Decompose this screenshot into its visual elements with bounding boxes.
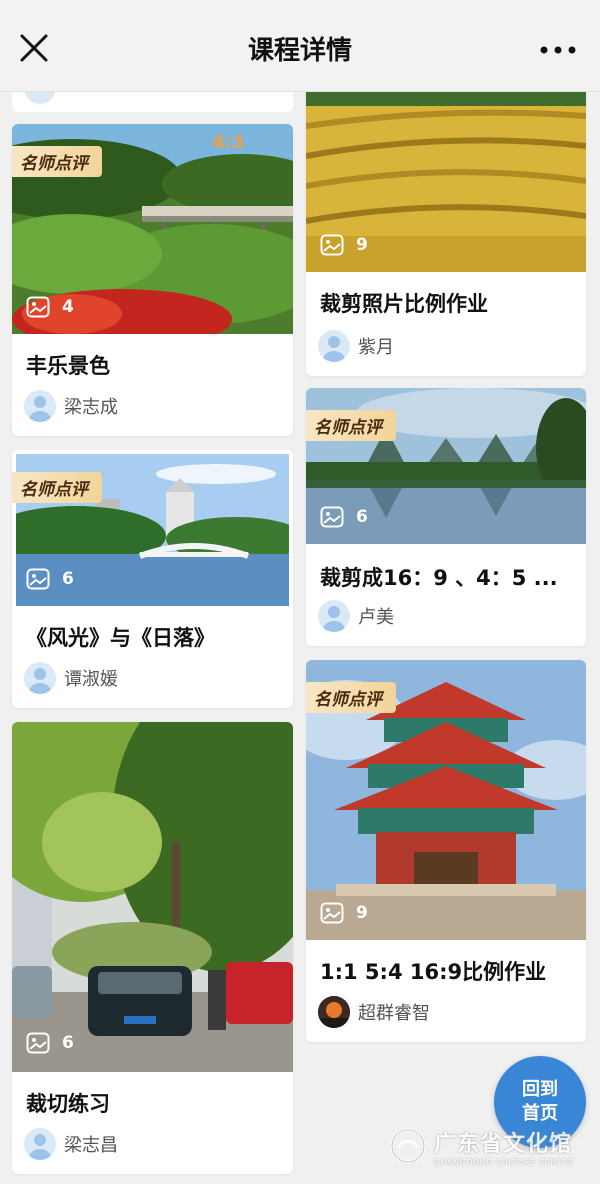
author-name: 卢美 (358, 607, 394, 628)
avatar (318, 996, 350, 1028)
work-card[interactable]: 6 裁切练习 梁志昌 (12, 722, 293, 1174)
avatar (24, 1128, 56, 1160)
watermark-cn: 广东省文化馆 (434, 1131, 573, 1157)
ratio-label: 4:3 (212, 132, 244, 153)
author-name: 紫月 (358, 337, 394, 358)
image-count-value: 9 (356, 235, 368, 255)
page-title: 课程详情 (247, 36, 352, 66)
watermark-logo-icon (390, 1128, 426, 1164)
author-name: 超群睿智 (358, 1003, 430, 1024)
image-count-value: 4 (62, 297, 74, 317)
home-button-line1: 回到 (522, 1079, 558, 1100)
work-title: 裁切练习 (26, 1092, 110, 1116)
watermark-en: GUANGDONG CULTURE CENTRE (434, 1157, 574, 1167)
avatar (318, 330, 350, 362)
work-card[interactable]: 4:3 名师点评 4 丰乐景色 梁志成 (12, 124, 293, 436)
image-count-value: 6 (62, 1033, 74, 1053)
work-title: 丰乐景色 (26, 354, 110, 378)
author-name: 谭淑媛 (64, 669, 118, 690)
author[interactable]: 梁志昌 (24, 1128, 118, 1160)
avatar (24, 662, 56, 694)
image-count-value: 9 (356, 903, 368, 923)
home-button-line2: 首页 (522, 1103, 558, 1124)
image-count: 6 (26, 568, 74, 590)
image-count: 6 (320, 506, 368, 528)
author[interactable]: 紫月 (318, 330, 394, 362)
image-icon (320, 902, 344, 924)
teacher-review-badge: 名师点评 (12, 472, 102, 503)
teacher-review-badge: 名师点评 (12, 146, 102, 177)
image-count: 4 (26, 296, 74, 318)
teacher-review-badge: 名师点评 (306, 682, 396, 713)
work-photo (12, 722, 293, 1072)
work-title: 裁剪成16：9 、4：5 ... (320, 566, 558, 590)
work-card[interactable]: 名师点评 6 裁剪成16：9 、4：5 ... 卢美 (306, 388, 586, 646)
image-icon (26, 1032, 50, 1054)
image-count-value: 6 (356, 507, 368, 527)
more-icon[interactable] (538, 36, 578, 64)
image-icon (26, 296, 50, 318)
work-card[interactable]: 9 裁剪照片比例作业 紫月 (306, 86, 586, 376)
author[interactable]: 卢美 (318, 600, 394, 632)
work-title: 1:1 5:4 16:9比例作业 (320, 960, 547, 984)
image-count: 9 (320, 234, 368, 256)
image-count: 6 (26, 1032, 74, 1054)
author-name: 梁志成 (64, 397, 118, 418)
avatar (318, 600, 350, 632)
image-count: 9 (320, 902, 368, 924)
work-title: 裁剪照片比例作业 (320, 292, 488, 316)
watermark: 广东省文化馆 GUANGDONG CULTURE CENTRE (388, 1124, 594, 1168)
top-bar: 课程详情 (0, 0, 600, 92)
image-icon (26, 568, 50, 590)
image-icon (320, 506, 344, 528)
work-card[interactable]: 名师点评 9 1:1 5:4 16:9比例作业 超群睿智 (306, 660, 586, 1042)
author-name: 梁志昌 (64, 1135, 118, 1156)
image-count-value: 6 (62, 569, 74, 589)
author[interactable]: 超群睿智 (318, 996, 430, 1028)
image-icon (320, 234, 344, 256)
avatar (24, 390, 56, 422)
teacher-review-badge: 名师点评 (306, 410, 396, 441)
author[interactable]: 梁志成 (24, 390, 118, 422)
work-card[interactable]: 名师点评 6 《风光》与《日落》 谭淑媛 (12, 450, 293, 708)
work-title: 《风光》与《日落》 (26, 626, 215, 650)
author[interactable]: 谭淑媛 (24, 662, 118, 694)
